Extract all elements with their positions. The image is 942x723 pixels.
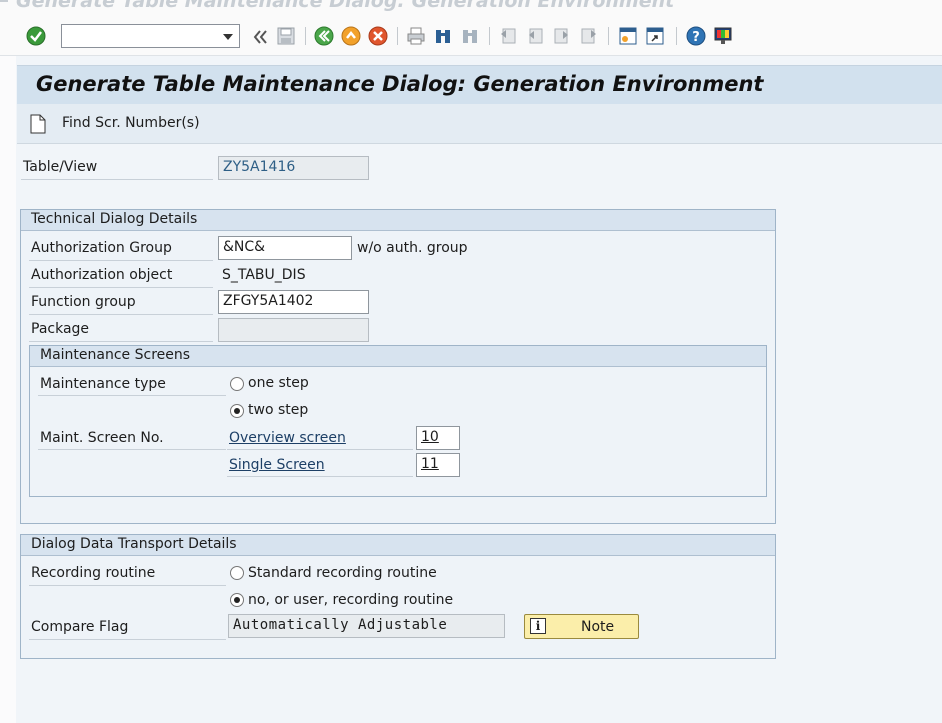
- note-button-label: Note: [581, 619, 615, 635]
- toolbar-separator: [608, 27, 609, 45]
- user-recording-label[interactable]: no, or user, recording routine: [248, 592, 453, 608]
- page-title: Generate Table Maintenance Dialog: Gener…: [36, 72, 764, 96]
- chevron-down-icon[interactable]: [223, 34, 233, 40]
- single-screen-field[interactable]: 11: [416, 453, 460, 477]
- label-underline: [29, 287, 213, 288]
- print-icon[interactable]: [406, 26, 426, 46]
- group-header: Technical Dialog Details: [21, 210, 775, 231]
- two-step-radio[interactable]: [230, 404, 244, 418]
- recording-routine-label: Recording routine: [31, 565, 156, 581]
- back-double-arrow-icon[interactable]: [250, 27, 270, 47]
- toolbar-separator: [489, 27, 490, 45]
- package-label: Package: [31, 321, 90, 337]
- help-icon[interactable]: ?: [686, 26, 706, 46]
- label-underline: [29, 260, 213, 261]
- page-header: Generate Table Maintenance Dialog: Gener…: [17, 65, 942, 104]
- label-underline: [38, 395, 226, 396]
- group-header: Dialog Data Transport Details: [21, 535, 775, 556]
- maintenance-screens-group: Maintenance Screens: [29, 345, 767, 497]
- standard-recording-label[interactable]: Standard recording routine: [248, 565, 437, 581]
- authorization-group-hint: w/o auth. group: [357, 240, 468, 256]
- authorization-group-label: Authorization Group: [31, 240, 172, 256]
- find-next-icon[interactable]: [460, 26, 480, 46]
- group-title: Dialog Data Transport Details: [31, 536, 237, 552]
- label-underline: [227, 449, 413, 450]
- group-title: Maintenance Screens: [40, 347, 191, 363]
- find-icon[interactable]: [433, 26, 453, 46]
- back-icon[interactable]: [314, 26, 334, 46]
- label-underline: [29, 314, 213, 315]
- find-screen-numbers-button[interactable]: Find Scr. Number(s): [62, 115, 200, 131]
- customize-layout-icon[interactable]: [713, 26, 733, 46]
- toolbar-separator: [305, 27, 306, 45]
- one-step-label[interactable]: one step: [248, 375, 309, 391]
- function-group-field[interactable]: ZFGY5A1402: [218, 290, 369, 314]
- application-toolbar: Find Scr. Number(s): [17, 104, 942, 144]
- label-underline: [38, 449, 226, 450]
- exit-icon[interactable]: [341, 26, 361, 46]
- authorization-object-label: Authorization object: [31, 267, 173, 283]
- group-title: Technical Dialog Details: [31, 211, 198, 227]
- overview-screen-link[interactable]: Overview screen: [229, 430, 346, 446]
- compare-flag-label: Compare Flag: [31, 619, 129, 635]
- svg-text:?: ?: [692, 30, 700, 45]
- single-screen-link[interactable]: Single Screen: [229, 457, 325, 473]
- label-underline: [227, 476, 413, 477]
- function-group-label: Function group: [31, 294, 136, 310]
- label-underline: [29, 341, 213, 342]
- table-view-label: Table/View: [23, 159, 98, 175]
- previous-page-icon[interactable]: [525, 26, 545, 46]
- authorization-object-value: S_TABU_DIS: [222, 267, 306, 283]
- first-page-icon[interactable]: [498, 26, 518, 46]
- create-shortcut-icon[interactable]: [645, 26, 665, 46]
- save-icon[interactable]: [276, 26, 296, 46]
- two-step-label[interactable]: two step: [248, 402, 308, 418]
- table-view-field: ZY5A1416: [218, 156, 369, 180]
- window-title: Generate Table Maintenance Dialog: Gener…: [16, 0, 675, 12]
- title-bar-marker: [0, 0, 8, 2]
- new-session-icon[interactable]: [618, 26, 638, 46]
- note-button[interactable]: i Note: [524, 614, 639, 639]
- toolbar-separator: [676, 27, 677, 45]
- group-header: Maintenance Screens: [30, 346, 766, 367]
- cancel-icon[interactable]: [368, 26, 388, 46]
- info-icon: i: [530, 618, 546, 634]
- user-recording-radio[interactable]: [230, 593, 244, 607]
- document-icon: [30, 114, 46, 134]
- last-page-icon[interactable]: [579, 26, 599, 46]
- maint-screen-no-label: Maint. Screen No.: [40, 430, 164, 446]
- overview-screen-field[interactable]: 10: [416, 426, 460, 450]
- enter-icon[interactable]: [26, 26, 46, 46]
- one-step-radio[interactable]: [230, 377, 244, 391]
- label-underline: [29, 585, 226, 586]
- window-title-bar: Generate Table Maintenance Dialog: Gener…: [0, 0, 942, 18]
- label-underline: [29, 639, 226, 640]
- next-page-icon[interactable]: [552, 26, 572, 46]
- compare-flag-field: Automatically Adjustable: [228, 614, 505, 638]
- label-underline: [21, 179, 213, 180]
- command-field[interactable]: [61, 24, 240, 48]
- maintenance-type-label: Maintenance type: [40, 376, 166, 392]
- authorization-group-field[interactable]: &NC&: [218, 236, 352, 260]
- left-margin: [0, 56, 16, 723]
- standard-recording-radio[interactable]: [230, 566, 244, 580]
- toolbar-separator: [397, 27, 398, 45]
- package-field: [218, 318, 369, 342]
